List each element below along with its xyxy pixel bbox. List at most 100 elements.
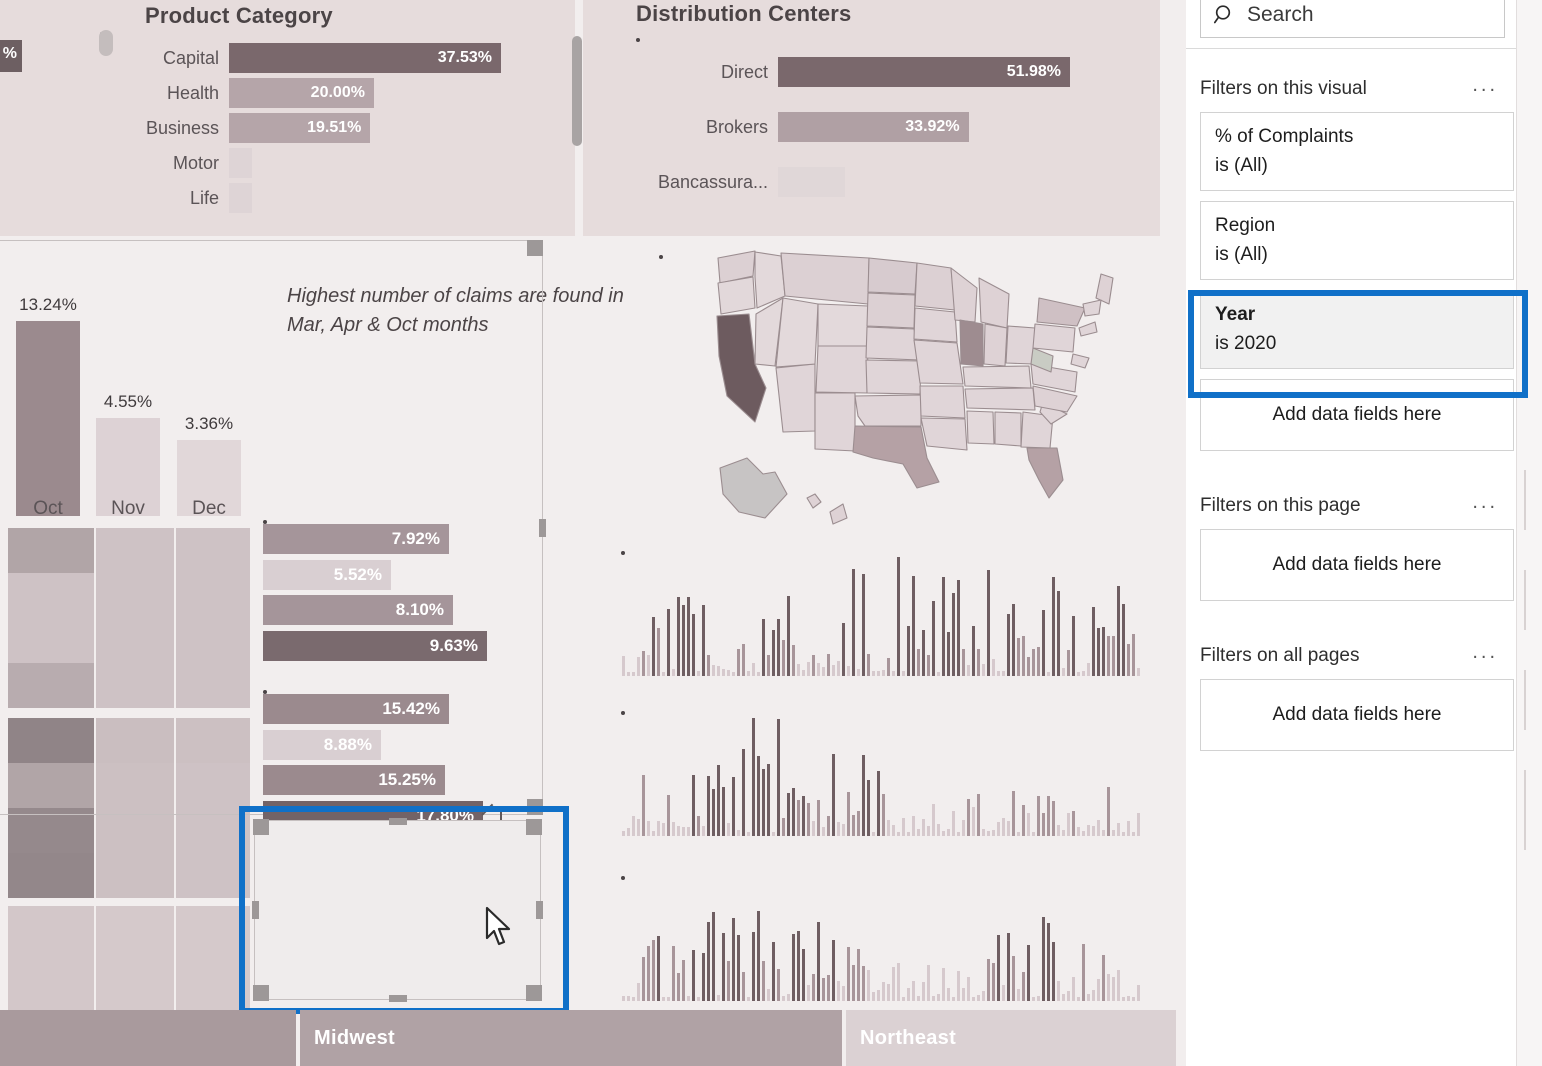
hbar[interactable]: 5.52% xyxy=(263,560,391,590)
bar-row[interactable]: Motor xyxy=(173,148,501,178)
sparkline-bar xyxy=(1137,812,1140,836)
sparkline-bar xyxy=(1017,638,1020,676)
bar-row[interactable]: Bancassura... xyxy=(658,167,1070,197)
filter-section-menu[interactable]: ... xyxy=(1472,491,1498,514)
sparkline-bar xyxy=(837,822,840,836)
slicer-handle[interactable] xyxy=(99,30,113,56)
region-band-northeast[interactable]: Northeast xyxy=(846,1010,1176,1066)
sparkline-bars[interactable] xyxy=(622,556,1144,676)
page-marker xyxy=(1524,770,1526,850)
bar-fill[interactable] xyxy=(229,148,253,178)
visual-marker-dot xyxy=(621,711,625,715)
sparkline-bar xyxy=(767,989,770,1001)
bar-category-label: Brokers xyxy=(705,117,768,137)
heatmap-cell[interactable] xyxy=(176,906,250,951)
filter-card-of-complaints[interactable]: % of Complaints is (All) xyxy=(1200,112,1514,191)
resize-handle-br[interactable] xyxy=(526,985,542,1001)
sparkline-bar xyxy=(832,940,835,1001)
sparkline-bar xyxy=(662,822,665,836)
sparkline-bar xyxy=(1072,976,1075,1001)
filter-dropzone[interactable]: Add data fields here xyxy=(1200,379,1514,451)
hbar[interactable]: 9.63% xyxy=(263,631,487,661)
sparkline-bar xyxy=(747,997,750,1001)
sparkline-bar xyxy=(1077,826,1080,836)
region-band-midwest[interactable]: Midwest xyxy=(300,1010,842,1066)
sparkline-bar xyxy=(937,823,940,836)
bar-fill[interactable] xyxy=(229,183,253,213)
page-marker xyxy=(1524,570,1526,630)
hbar[interactable]: 15.25% xyxy=(263,765,445,795)
sparkline-bar xyxy=(1092,990,1095,1001)
us-claims-map[interactable] xyxy=(615,236,1175,536)
filter-search-box[interactable]: Search xyxy=(1200,0,1505,38)
bar-row[interactable]: Business 19.51% xyxy=(146,113,501,143)
filter-section-menu[interactable]: ... xyxy=(1472,641,1498,664)
sparkline-bar xyxy=(632,671,635,676)
filter-card-region[interactable]: Region is (All) xyxy=(1200,201,1514,280)
heatmap-cell[interactable] xyxy=(176,951,250,996)
sparkline-bar xyxy=(662,671,665,676)
pane-edge-line xyxy=(1516,0,1517,1066)
sparkline-bar xyxy=(912,815,915,836)
resize-handle-r[interactable] xyxy=(536,901,543,919)
hbar[interactable]: 8.88% xyxy=(263,730,381,760)
filter-search-input[interactable]: Search xyxy=(1247,3,1314,27)
sparkline-bar xyxy=(827,816,830,836)
sparkline-bar xyxy=(852,814,855,836)
sparkline-bar xyxy=(657,820,660,836)
bar-category-label: Capital xyxy=(162,48,219,68)
sparkline-bar xyxy=(847,792,850,836)
hbar[interactable]: 7.92% xyxy=(263,524,449,554)
sparkline-bars[interactable] xyxy=(622,717,1144,836)
resize-handle-b[interactable] xyxy=(388,995,407,1002)
region-band-west[interactable] xyxy=(0,1010,296,1066)
heatmap-cell[interactable] xyxy=(8,951,94,996)
sparkline-bar xyxy=(662,996,665,1001)
resize-handle-tl[interactable] xyxy=(253,819,269,835)
filter-dropzone[interactable]: Add data fields here xyxy=(1200,529,1514,601)
filter-dropzone[interactable]: Add data fields here xyxy=(1200,679,1514,751)
bar-row[interactable]: Health 20.00% xyxy=(167,78,501,108)
sparkline-bar xyxy=(657,627,660,676)
us-map-svg[interactable] xyxy=(615,236,1175,536)
heatmap-cell[interactable] xyxy=(8,853,94,898)
sparkline-bar xyxy=(932,601,935,676)
sparkline-bar xyxy=(1002,670,1005,676)
bar-row[interactable]: Brokers 33.92% xyxy=(706,112,1070,142)
sparkline-bar xyxy=(947,829,950,836)
sparkline-bar xyxy=(747,670,750,676)
bar-row[interactable]: Direct 51.98% xyxy=(721,57,1070,87)
sparkline-bar xyxy=(902,817,905,836)
filter-card-year[interactable]: Year is 2020 xyxy=(1200,290,1514,369)
sparkline-bar xyxy=(772,630,775,676)
sparkline-bar xyxy=(1082,944,1085,1001)
filters-pane: Search Filters on this visual... % of Com… xyxy=(1186,0,1516,1066)
resize-handle-bl[interactable] xyxy=(253,985,269,1001)
heatmap-cell[interactable] xyxy=(96,853,174,898)
visual-marker-dot xyxy=(621,551,625,555)
resize-handle-l[interactable] xyxy=(252,901,259,919)
sparkline-bar xyxy=(647,655,650,676)
filter-section-menu[interactable]: ... xyxy=(1472,74,1498,97)
heatmap-cell[interactable] xyxy=(96,951,174,996)
sparkline-bar xyxy=(987,569,990,676)
product-category-scrollbar[interactable] xyxy=(572,36,582,146)
sparkline-bar xyxy=(1092,826,1095,836)
heatmap-cell[interactable] xyxy=(176,853,250,898)
heatmap-cell[interactable] xyxy=(96,906,174,951)
resize-handle-tr[interactable] xyxy=(526,819,542,835)
hbar[interactable]: 15.42% xyxy=(263,694,449,724)
sparkline-bar xyxy=(932,803,935,836)
heatmap-cell[interactable] xyxy=(8,906,94,951)
region-bar-chart-1[interactable]: 7.92% 5.52% 8.10% 9.63% xyxy=(263,520,543,664)
hbar[interactable]: 8.10% xyxy=(263,595,453,625)
page-marker xyxy=(1524,670,1526,730)
sparkline-bar xyxy=(937,671,940,676)
sparkline-bar xyxy=(877,989,880,1001)
resize-handle-t[interactable] xyxy=(388,818,407,825)
bar-row[interactable]: Capital 37.53% xyxy=(163,43,501,73)
resize-handle-tr[interactable] xyxy=(527,240,543,256)
sparkline-bars[interactable] xyxy=(622,886,1144,1001)
bar-row[interactable]: Life xyxy=(190,183,501,213)
bar-fill[interactable] xyxy=(778,167,846,197)
